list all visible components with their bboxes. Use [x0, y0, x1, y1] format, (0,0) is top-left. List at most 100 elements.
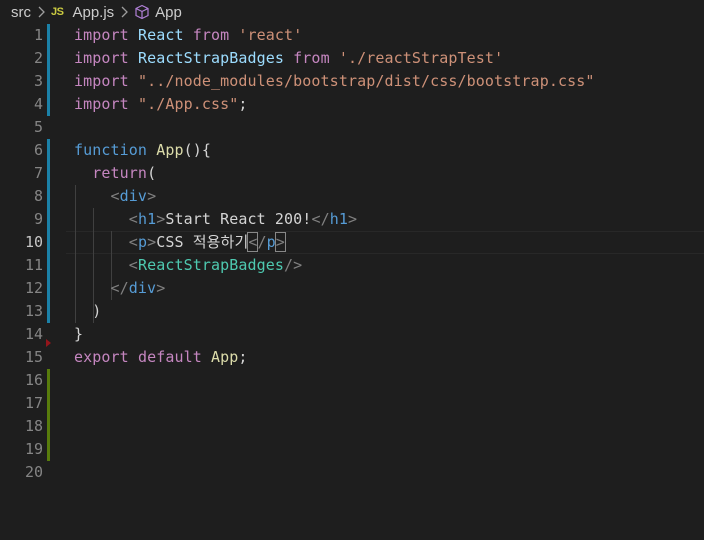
- code-token: <: [128, 233, 138, 251]
- breadcrumb-symbol-label: App: [155, 3, 182, 21]
- code-line[interactable]: 8 <div>: [0, 185, 704, 208]
- breadcrumb-symbol[interactable]: App: [134, 4, 182, 21]
- code-token: React: [137, 26, 184, 44]
- code-token: >: [347, 210, 358, 228]
- added-line-marker[interactable]: [47, 438, 50, 461]
- code-line[interactable]: 15 export default App;: [0, 346, 704, 369]
- symbol-module-icon: [134, 4, 150, 20]
- code-line[interactable]: 10 <p>CSS 적용하기</p>: [0, 231, 704, 254]
- code-token: >: [274, 232, 286, 252]
- code-line[interactable]: 2 import ReactStrapBadges from './reactSt…: [0, 47, 704, 70]
- modified-line-marker[interactable]: [47, 24, 50, 47]
- code-token: Start React 200!: [165, 210, 312, 228]
- line-number: 9: [33, 210, 43, 228]
- code-text: function App(){: [74, 139, 211, 162]
- code-token: import: [74, 95, 129, 113]
- code-line[interactable]: 16: [0, 369, 704, 392]
- code-text: }: [74, 323, 83, 346]
- code-text: <ReactStrapBadges/>: [74, 254, 302, 277]
- code-token: }: [74, 325, 84, 343]
- code-token: /: [257, 233, 267, 251]
- code-line[interactable]: 14}: [0, 323, 704, 346]
- modified-line-marker[interactable]: [47, 185, 50, 208]
- line-number: 8: [33, 187, 43, 205]
- code-token: </: [110, 279, 129, 297]
- chevron-right-icon: [34, 0, 48, 24]
- code-token: CSS 적용하기: [156, 233, 249, 251]
- code-token: (: [147, 164, 157, 182]
- code-token: ReactStrapBadges: [137, 49, 285, 67]
- line-number: 5: [33, 118, 43, 136]
- code-line[interactable]: 5: [0, 116, 704, 139]
- modified-line-marker[interactable]: [47, 47, 50, 70]
- code-line[interactable]: 17: [0, 392, 704, 415]
- code-line[interactable]: 13 ): [0, 300, 704, 323]
- code-line[interactable]: 6 function App(){: [0, 139, 704, 162]
- modified-line-marker[interactable]: [47, 300, 50, 323]
- code-line[interactable]: 7 return(: [0, 162, 704, 185]
- code-line[interactable]: 18: [0, 415, 704, 438]
- code-token: <: [128, 256, 138, 274]
- modified-line-marker[interactable]: [47, 277, 50, 300]
- modified-line-marker[interactable]: [47, 162, 50, 185]
- code-token: ;: [238, 348, 248, 366]
- code-token: h1: [137, 210, 157, 228]
- added-line-marker[interactable]: [47, 415, 50, 438]
- code-line[interactable]: 3 import "../node_modules/bootstrap/dist/…: [0, 70, 704, 93]
- code-token: h1: [329, 210, 348, 228]
- modified-line-marker[interactable]: [47, 254, 50, 277]
- code-token: from: [293, 49, 330, 67]
- code-token: from: [192, 26, 230, 44]
- code-line[interactable]: 12 </div>: [0, 277, 704, 300]
- code-editor[interactable]: 1 import React from 'react' 2 import ReactS…: [0, 24, 704, 540]
- line-number: 14: [24, 325, 43, 343]
- code-token: <: [110, 187, 120, 205]
- code-token: >: [156, 210, 166, 228]
- code-text: ): [74, 300, 101, 323]
- code-line[interactable]: 19: [0, 438, 704, 461]
- code-token: div: [119, 187, 148, 205]
- breadcrumb: src JS App.js App: [0, 0, 704, 24]
- code-token: 'react': [238, 26, 303, 44]
- modified-line-marker[interactable]: [47, 139, 50, 162]
- line-number: 4: [33, 95, 43, 113]
- line-number: 20: [24, 463, 43, 481]
- line-number: 1: [33, 26, 43, 44]
- added-line-marker[interactable]: [47, 369, 50, 392]
- breadcrumb-file[interactable]: JS App.js: [51, 4, 114, 21]
- code-token: './reactStrapTest': [338, 49, 504, 67]
- code-line[interactable]: 4 import "./App.css";: [0, 93, 704, 116]
- line-number: 7: [33, 164, 43, 182]
- breadcrumb-folder[interactable]: src: [11, 4, 31, 21]
- code-line[interactable]: 1 import React from 'react': [0, 24, 704, 47]
- code-token: >: [147, 187, 157, 205]
- code-token: ReactStrapBadges: [137, 256, 285, 274]
- code-text: <p>CSS 적용하기</p>: [74, 231, 286, 254]
- code-token: import: [74, 49, 129, 67]
- added-line-marker[interactable]: [47, 392, 50, 415]
- line-number: 11: [24, 256, 43, 274]
- code-line[interactable]: 11 <ReactStrapBadges/>: [0, 254, 704, 277]
- modified-line-marker[interactable]: [47, 231, 50, 254]
- code-token: div: [128, 279, 157, 297]
- code-token: import: [74, 72, 129, 90]
- code-text: return(: [74, 162, 156, 185]
- code-text: export default App;: [74, 346, 248, 369]
- breadcrumb-file-label: App.js: [72, 3, 115, 21]
- code-line[interactable]: 9 <h1>Start React 200!</h1>: [0, 208, 704, 231]
- code-line[interactable]: 20: [0, 461, 704, 484]
- modified-line-marker[interactable]: [47, 70, 50, 93]
- code-token: return: [92, 164, 148, 182]
- modified-line-marker[interactable]: [47, 208, 50, 231]
- modified-line-marker[interactable]: [47, 93, 50, 116]
- js-file-icon: JS: [51, 6, 64, 18]
